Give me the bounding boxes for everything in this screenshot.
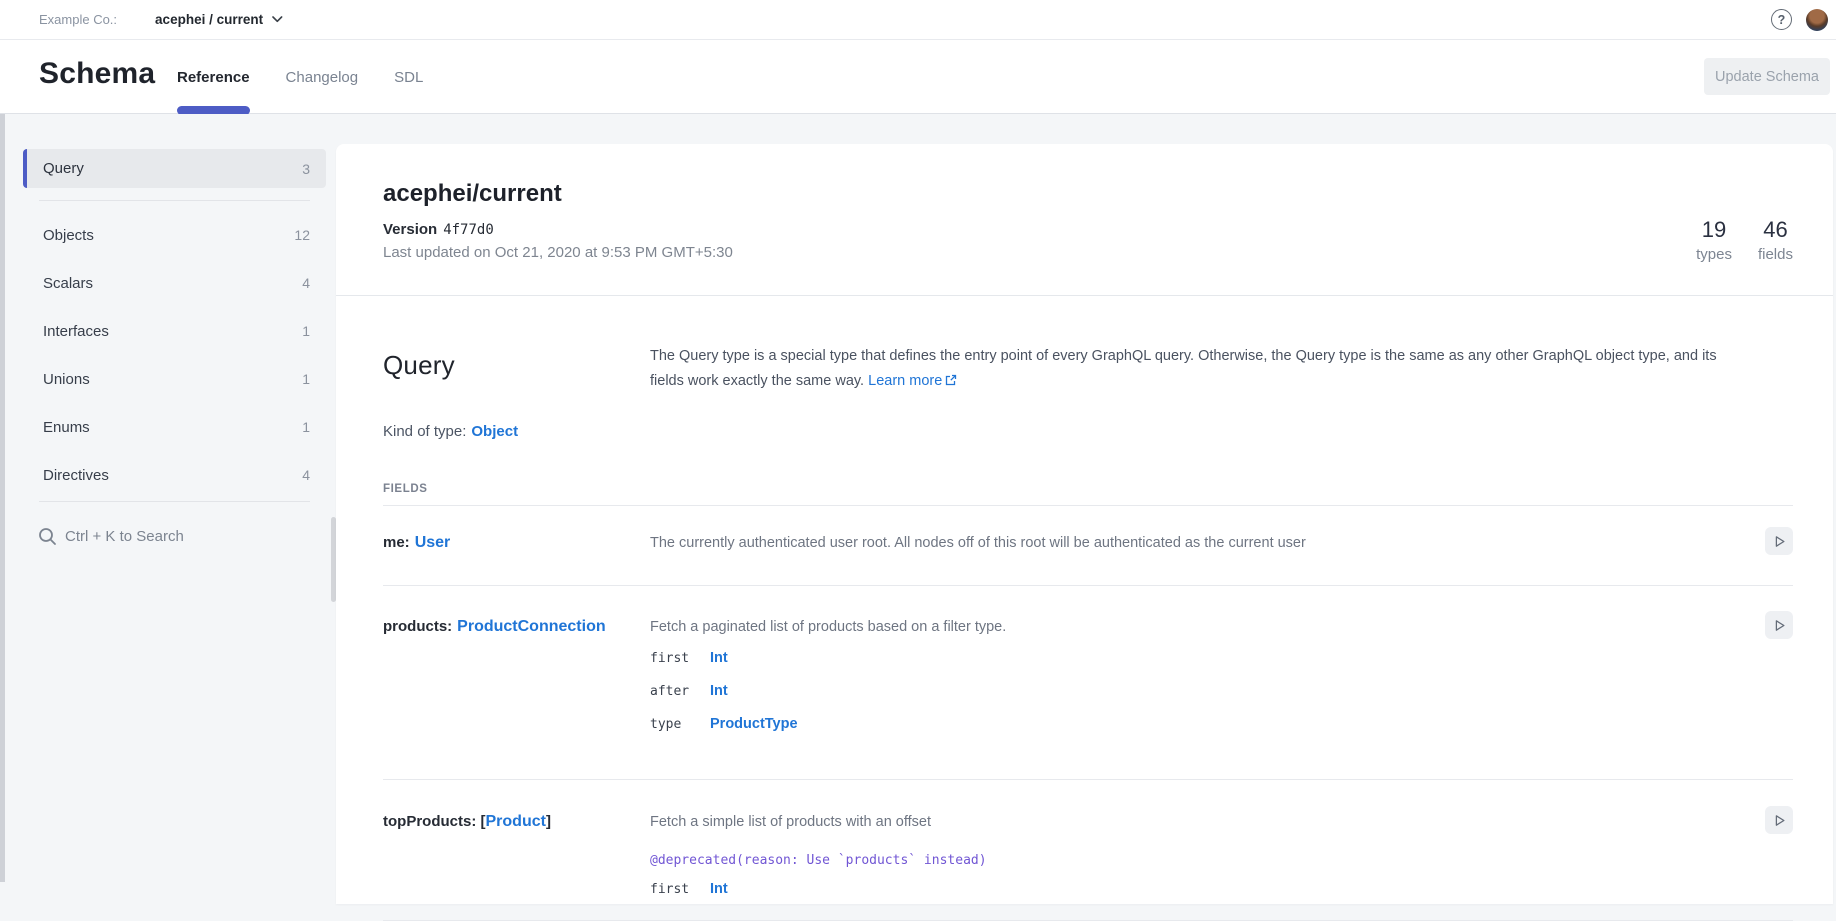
arg-type-link[interactable]: ProductType: [710, 716, 798, 732]
graph-title: acephei/current: [383, 180, 1793, 208]
count-badge: 4: [302, 467, 310, 483]
stat-fields: 46 fields: [1758, 218, 1793, 263]
search-input[interactable]: Ctrl + K to Search: [23, 516, 326, 556]
sidebar-item-unions[interactable]: Unions 1: [23, 355, 326, 403]
graph-selector-label: acephei / current: [155, 12, 263, 27]
play-icon: [1772, 618, 1787, 633]
tab-sdl[interactable]: SDL: [394, 40, 423, 114]
sidebar-divider: [39, 501, 310, 502]
run-in-explorer-button[interactable]: [1765, 527, 1793, 555]
field-args: firstInt: [650, 881, 1717, 914]
play-icon: [1772, 534, 1787, 549]
sidebar-item-objects[interactable]: Objects 12: [23, 211, 326, 259]
type-description: The Query type is a special type that de…: [650, 344, 1717, 394]
content-area: Query 3 Objects 12 Scalars 4 Interfaces …: [0, 114, 1836, 882]
top-bar: Example Co.: acephei / current ?: [0, 0, 1836, 40]
page-title: Schema: [39, 57, 155, 91]
count-badge: 1: [302, 419, 310, 435]
arg-type-link[interactable]: Int: [710, 683, 728, 699]
tab-changelog[interactable]: Changelog: [286, 40, 359, 114]
fields-heading: FIELDS: [383, 483, 1793, 495]
sidebar-item-query[interactable]: Query 3: [23, 149, 326, 188]
schema-reference-card: acephei/current Version4f77d0 Last updat…: [336, 144, 1833, 904]
external-link-icon: [945, 374, 957, 386]
schema-sidebar: Query 3 Objects 12 Scalars 4 Interfaces …: [5, 114, 336, 882]
kind-type-link[interactable]: Object: [471, 423, 518, 440]
arg-row: firstInt: [650, 881, 1717, 914]
graph-summary-header: acephei/current Version4f77d0 Last updat…: [336, 144, 1833, 296]
last-updated: Last updated on Oct 21, 2020 at 9:53 PM …: [383, 244, 1793, 261]
org-label: Example Co.:: [39, 12, 117, 27]
arg-row: typeProductType: [650, 716, 1717, 749]
count-badge: 3: [302, 161, 310, 177]
type-title: Query: [383, 350, 650, 381]
type-section-query: Query The Query type is a special type t…: [336, 296, 1833, 921]
field-description: The currently authenticated user root. A…: [650, 534, 1717, 553]
version-hash: 4f77d0: [443, 222, 494, 238]
sidebar-item-enums[interactable]: Enums 1: [23, 403, 326, 451]
search-icon: [38, 527, 57, 546]
arg-row: afterInt: [650, 683, 1717, 716]
count-badge: 1: [302, 323, 310, 339]
field-type-link[interactable]: ProductConnection: [457, 618, 605, 635]
update-schema-button[interactable]: Update Schema: [1704, 58, 1830, 95]
help-button[interactable]: ?: [1771, 9, 1792, 30]
user-avatar[interactable]: [1806, 9, 1828, 31]
run-in-explorer-button[interactable]: [1765, 806, 1793, 834]
learn-more-link[interactable]: Learn more: [868, 373, 957, 389]
version-line: Version4f77d0: [383, 221, 1793, 238]
count-badge: 12: [294, 227, 310, 243]
kind-of-type-row: Kind of type:Object: [383, 423, 1793, 440]
play-icon: [1772, 813, 1787, 828]
count-badge: 1: [302, 371, 310, 387]
field-description: Fetch a paginated list of products based…: [650, 618, 1717, 637]
arg-row: firstInt: [650, 650, 1717, 683]
sidebar-item-scalars[interactable]: Scalars 4: [23, 259, 326, 307]
field-row-products: products:ProductConnection Fetch a pagin…: [383, 586, 1793, 780]
run-in-explorer-button[interactable]: [1765, 611, 1793, 639]
field-row-topproducts: topProducts: [Product] Fetch a simple li…: [383, 780, 1793, 921]
page-header: Schema Reference Changelog SDL Update Sc…: [0, 40, 1836, 114]
stat-types: 19 types: [1696, 218, 1732, 263]
sidebar-item-directives[interactable]: Directives 4: [23, 451, 326, 499]
count-badge: 4: [302, 275, 310, 291]
search-placeholder: Ctrl + K to Search: [65, 528, 184, 545]
chevron-down-icon: [272, 16, 283, 23]
sidebar-item-interfaces[interactable]: Interfaces 1: [23, 307, 326, 355]
field-description: Fetch a simple list of products with an …: [650, 813, 1717, 832]
deprecated-annotation: @deprecated(reason: Use `products` inste…: [650, 853, 1717, 868]
field-type-link[interactable]: User: [415, 534, 451, 551]
field-type-link[interactable]: Product: [486, 813, 546, 830]
field-args: firstInt afterInt typeProductType: [650, 650, 1717, 749]
tab-bar: Reference Changelog SDL: [177, 40, 423, 114]
tab-reference[interactable]: Reference: [177, 40, 250, 114]
arg-type-link[interactable]: Int: [710, 650, 728, 666]
schema-stats: 19 types 46 fields: [1696, 218, 1793, 263]
arg-type-link[interactable]: Int: [710, 881, 728, 897]
field-row-me: me:User The currently authenticated user…: [383, 506, 1793, 586]
sidebar-divider: [39, 200, 310, 201]
graph-selector-dropdown[interactable]: acephei / current: [155, 12, 283, 27]
